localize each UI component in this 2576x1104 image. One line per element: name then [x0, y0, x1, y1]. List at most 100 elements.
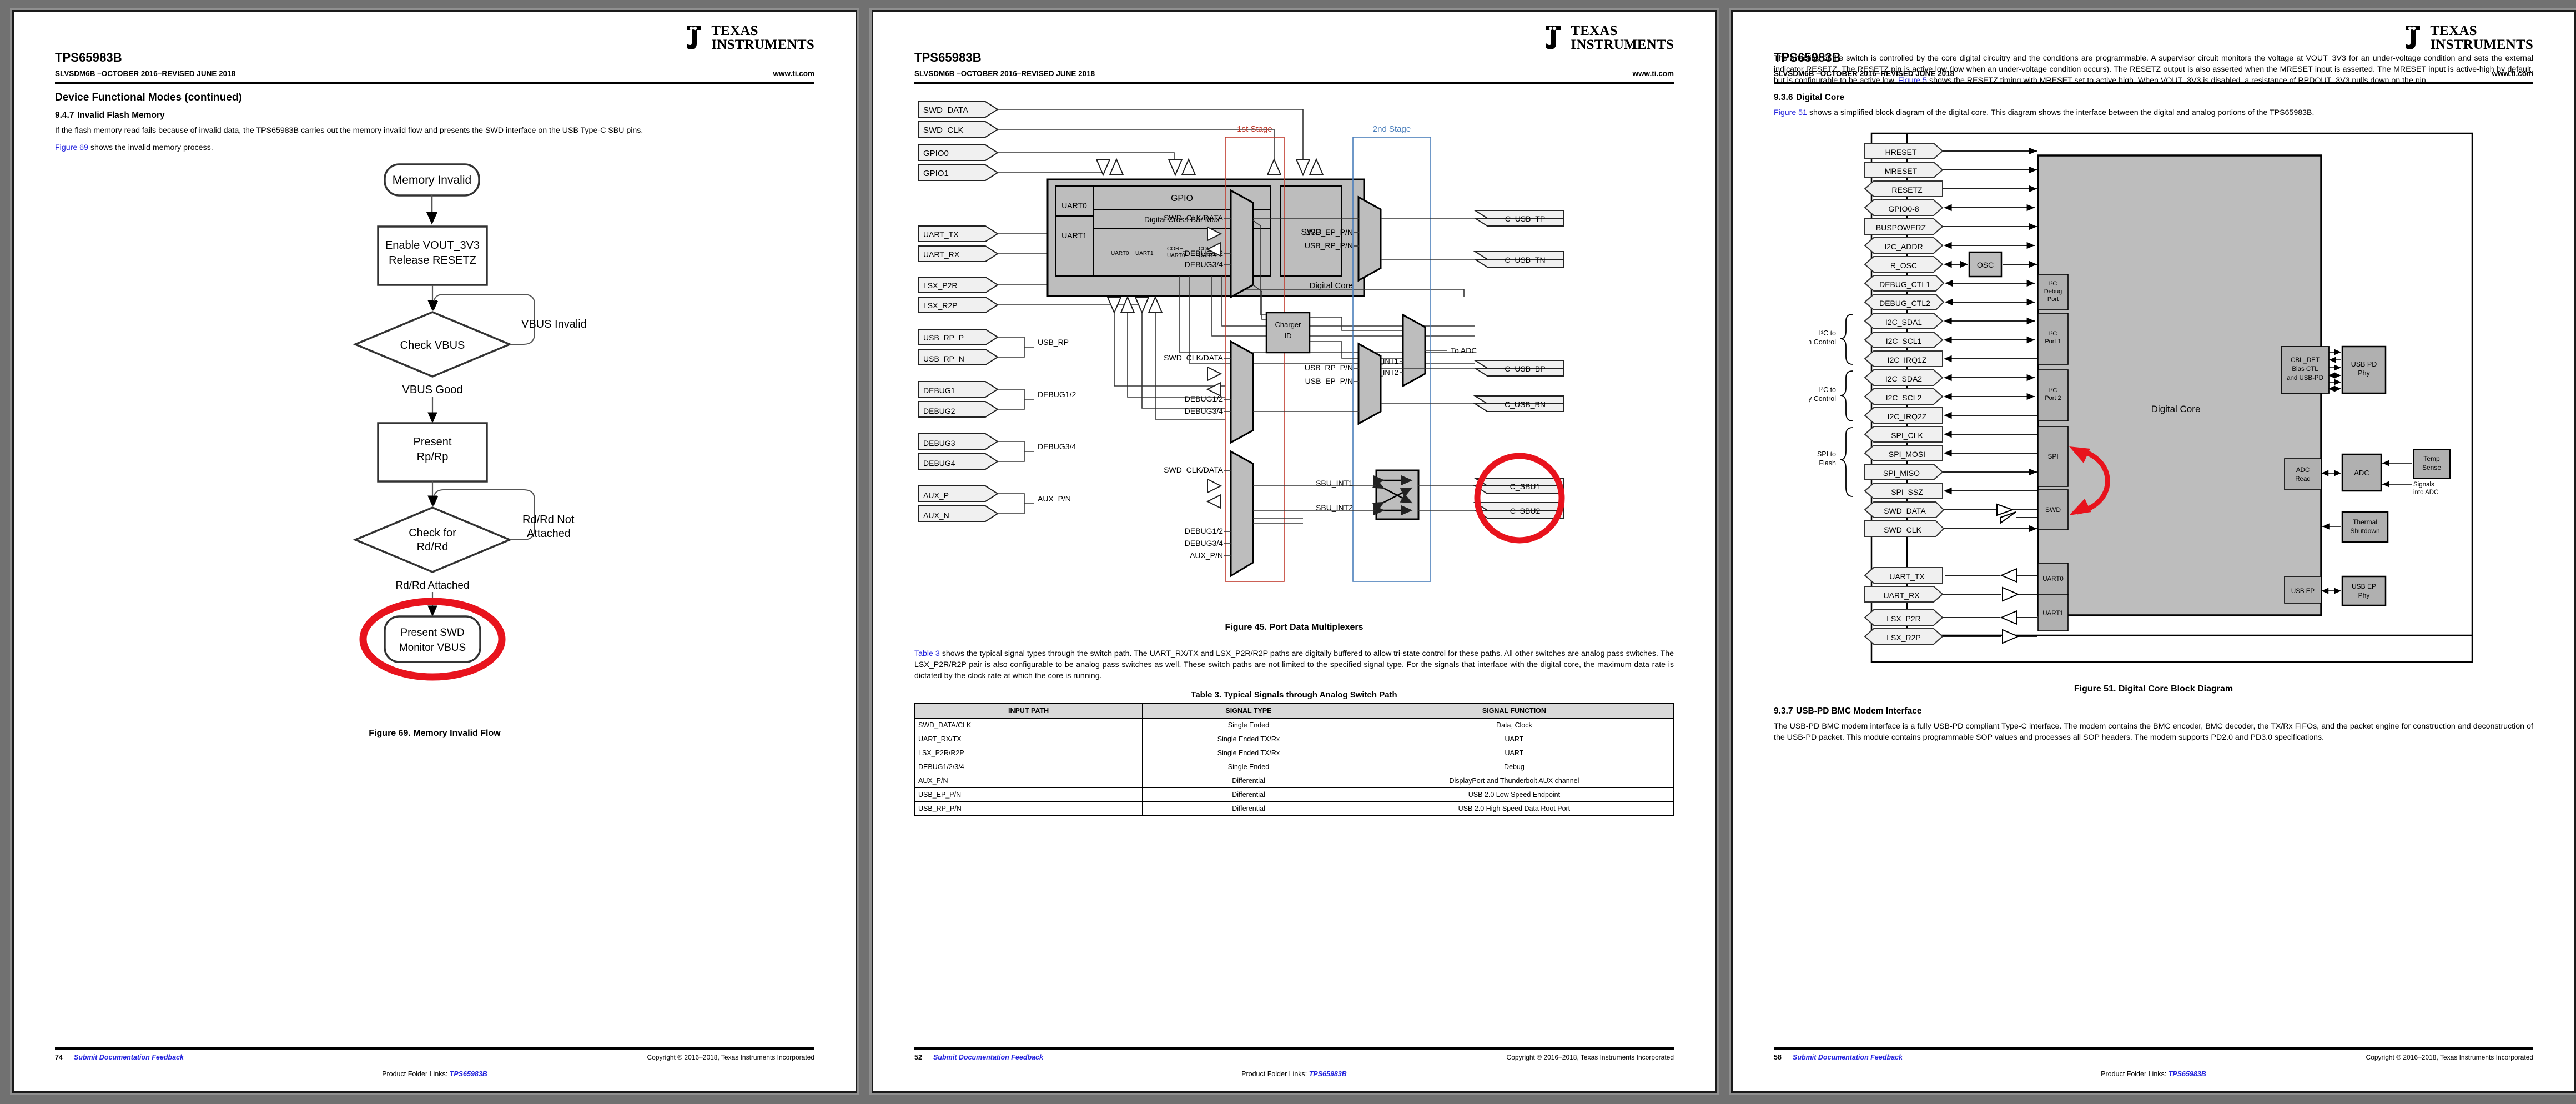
cell-input-path: LSX_P2R/R2P — [914, 746, 1143, 761]
cell-input-path: DEBUG1/2/3/4 — [914, 760, 1143, 775]
document-page-1: TEXAS INSTRUMENTS TPS65983B SLVSDM6B –OC… — [12, 10, 857, 1093]
mux-stage1-a — [1230, 189, 1254, 299]
page2-submit-feedback-link[interactable]: Submit Documentation Feedback — [933, 1053, 1043, 1061]
block-line: Thermal — [2353, 518, 2377, 526]
pin-debug-ctl1: DEBUG_CTL1 — [1864, 274, 2035, 292]
page2-website[interactable]: www.ti.com — [1632, 69, 1674, 78]
flow-step1-line2: Release RESETZ — [389, 254, 476, 267]
mux1c-in-dbg34: DEBUG3/4 — [1185, 539, 1223, 548]
page3-paragraph-3: The USB-PD BMC modem interface is a full… — [1774, 721, 2533, 742]
core-block-i2c-port2: I²CPort 2 — [2037, 369, 2069, 421]
stage2-label: 2nd Stage — [1373, 124, 1411, 134]
page1-figure-caption: Figure 69. Memory Invalid Flow — [369, 729, 501, 739]
mux1-in-dbg34: DEBUG3/4 — [1185, 260, 1223, 269]
mux1b-in-dbg12: DEBUG1/2 — [1185, 394, 1223, 403]
flow-decision2-no-line2: Attached — [527, 528, 571, 540]
flow-step1-line1: Enable VOUT_3V3 — [385, 239, 480, 252]
page2-page-number: 52 — [914, 1053, 922, 1061]
pin-label: I2C_SCL2 — [1886, 393, 1922, 402]
page1-submit-feedback-link[interactable]: Submit Documentation Feedback — [74, 1053, 184, 1061]
pin-label: SWD_CLK — [923, 126, 964, 135]
page3-website[interactable]: www.ti.com — [2492, 69, 2533, 78]
page1-section-title: Device Functional Modes (continued) — [55, 92, 242, 103]
block-line: Shutdown — [2350, 527, 2379, 535]
ti-mark-icon — [687, 26, 702, 49]
page1-page-number: 74 — [55, 1053, 63, 1061]
figure-69-link[interactable]: Figure 69 — [55, 143, 88, 152]
group-label-aux-1: I²C to — [1819, 386, 1836, 394]
output-c-usb-bp: C_USB_BP — [1473, 360, 1564, 377]
page3-subsection-2-title: 9.3.7 USB-PD BMC Modem Interface — [1774, 706, 2533, 716]
block-line: CBL_DET — [2291, 357, 2320, 364]
page3-figure-caption: Figure 51. Digital Core Block Diagram — [2074, 684, 2233, 694]
col-input-path: INPUT PATH — [914, 703, 1143, 719]
block-line: Phy — [2358, 369, 2370, 377]
block-line: Sense — [2422, 464, 2441, 471]
page1-footer: 74 Submit Documentation Feedback Copyrig… — [55, 1047, 814, 1078]
page1-product-folder-link[interactable]: TPS65983B — [450, 1070, 487, 1078]
bus-label-aux: AUX_P/N — [1038, 494, 1071, 503]
output-c-sbu2: C_SBU2 — [1473, 502, 1564, 519]
svg-text:CORE_: CORE_ — [1167, 246, 1186, 252]
cell-signal-type: Single Ended — [1142, 760, 1355, 775]
block-line: UART0 — [2042, 576, 2064, 583]
pin-label: UART_TX — [1889, 572, 1925, 581]
cell-signal-type: Single Ended — [1142, 718, 1355, 733]
page3-subsection-1-label: Digital Core — [1796, 93, 1844, 103]
to-adc-label: To ADC — [1451, 346, 1477, 355]
core-port-1: UART1 — [1135, 250, 1154, 257]
page3-submit-feedback-link[interactable]: Submit Documentation Feedback — [1793, 1053, 1903, 1061]
page2-part-number: TPS65983B — [914, 51, 982, 64]
top-pin-group: SWD_DATA SWD_CLK GPIO0 GPIO1 — [918, 101, 999, 181]
page2-product-folder-link[interactable]: TPS65983B — [1309, 1070, 1347, 1078]
pin-label: LSX_P2R — [923, 281, 957, 290]
core-gpio-label: GPIO — [1171, 194, 1193, 203]
table-row: DEBUG1/2/3/4 Single Ended Debug — [914, 760, 1674, 775]
cell-signal-function: USB 2.0 High Speed Data Root Port — [1354, 801, 1674, 816]
pin-label: SWD_DATA — [1884, 506, 1926, 515]
cell-signal-function: UART — [1354, 732, 1674, 747]
block-line: Port 2 — [2045, 395, 2061, 402]
ti-logo: TEXAS INSTRUMENTS — [685, 24, 814, 52]
pin-aux-n: AUX_N — [918, 505, 999, 522]
page3-product-folder-link[interactable]: TPS65983B — [2169, 1070, 2206, 1078]
page1-website[interactable]: www.ti.com — [773, 69, 814, 78]
pin-label: DEBUG3 — [923, 439, 955, 448]
page1-subsection-number: 9.4.7 — [55, 111, 74, 120]
figure-51-link[interactable]: Figure 51 — [1774, 108, 1807, 117]
block-line: UART1 — [2042, 610, 2064, 617]
page2-doc-id: SLVSDM6B –OCTOBER 2016–REVISED JUNE 2018 — [914, 69, 1095, 78]
pin-label: BUSPOWERZ — [1876, 223, 1926, 232]
cell-signal-function: UART — [1354, 746, 1674, 761]
output-c-sbu1: C_SBU1 — [1473, 478, 1564, 494]
page2-copyright: Copyright © 2016–2018, Texas Instruments… — [1506, 1053, 1674, 1061]
page3-page-number: 58 — [1774, 1053, 1782, 1061]
screenshot-viewport: TEXAS INSTRUMENTS TPS65983B SLVSDM6B –OC… — [0, 0, 2576, 1104]
pin-label: I2C_IRQ1Z — [1888, 355, 1927, 364]
document-page-2: TEXAS INSTRUMENTS TPS65983B SLVSDM6B –OC… — [872, 10, 1717, 1093]
page2-product-folder-label: Product Folder Links: — [1241, 1070, 1307, 1078]
table-row: LSX_P2R/R2P Single Ended TX/Rx UART — [914, 746, 1674, 761]
page1-subsection-title: 9.4.7 Invalid Flash Memory — [55, 111, 814, 121]
document-page-3: TEXAS INSTRUMENTS TPS65983B SLVSDM6B –OC… — [1731, 10, 2576, 1093]
block-temp-sense: TempSense — [2413, 449, 2451, 479]
pin-list: HRESET MRESET RESETZ GPIO0-8 BUSPOWERZ I… — [1864, 142, 2037, 645]
block-line: Temp — [2423, 455, 2440, 463]
pin-label: R_OSC — [1890, 261, 1917, 270]
pin-uart-tx-p3: UART_TX — [1864, 566, 2037, 584]
pin-lsx-r2p-p3: LSX_R2P — [1864, 628, 2037, 645]
table-3-link[interactable]: Table 3 — [914, 649, 940, 658]
col-signal-function: SIGNAL FUNCTION — [1354, 703, 1674, 719]
page1-subsection-label: Invalid Flash Memory — [77, 111, 165, 120]
flow-end-line1: Present SWD — [400, 627, 464, 639]
pin-label: SPI_MISO — [1883, 469, 1920, 478]
group-label-system-2: System Control — [1809, 338, 1836, 346]
pin-i2c-addr: I2C_ADDR — [1864, 237, 2035, 254]
svg-text:UART0: UART0 — [1167, 253, 1185, 259]
mux-stage1-c — [1230, 450, 1254, 578]
pin-uart-rx-p3: UART_RX — [1864, 585, 2037, 603]
pin-lsx-p2r-p3: LSX_P2R — [1864, 609, 2037, 626]
flow-start-label: Memory Invalid — [393, 174, 471, 187]
mux2a-in-ep: USB_EP_P/N — [1305, 228, 1353, 237]
pin-i2c-irq2z: I2C_IRQ2Z — [1864, 407, 2037, 424]
